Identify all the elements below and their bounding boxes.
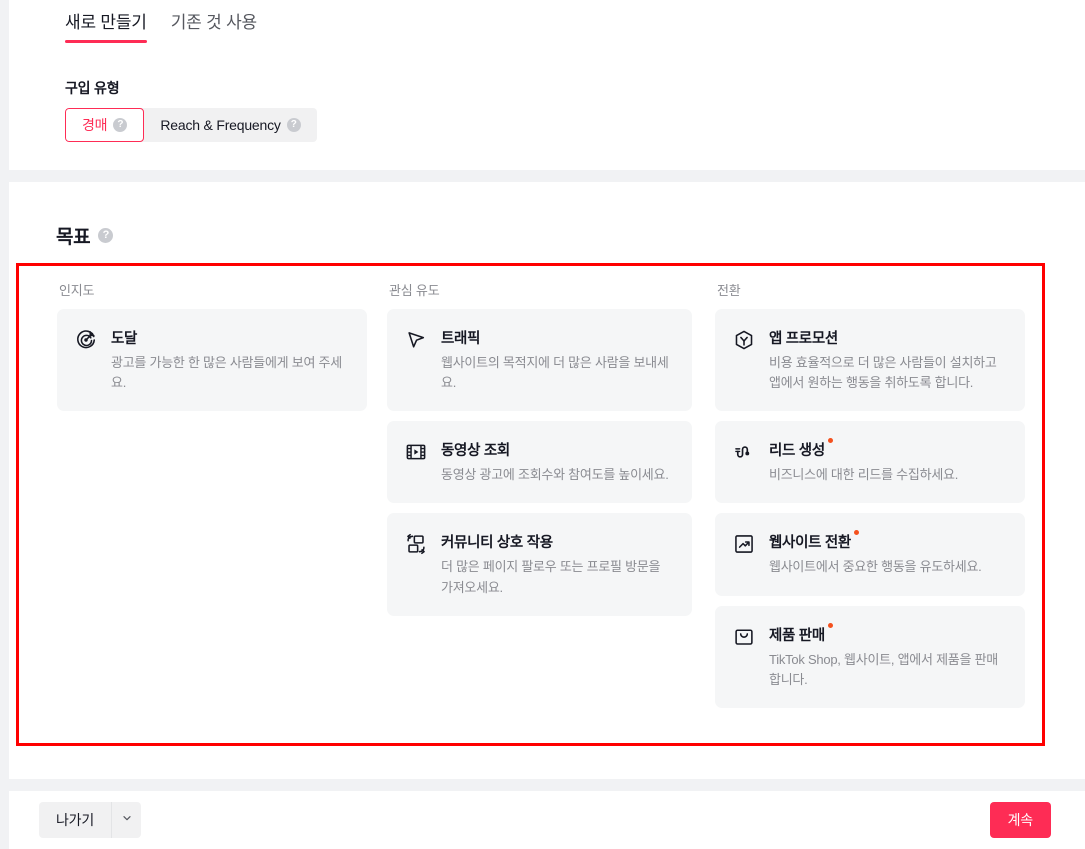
exit-dropdown-toggle[interactable] xyxy=(111,802,141,838)
objective-card-lead-generation[interactable]: 리드 생성 비즈니스에 대한 리드를 수집하세요. xyxy=(715,421,1025,504)
campaign-creation-page: 새로 만들기 기존 것 사용 구입 유형 경매 ? Reach & Freque… xyxy=(0,0,1085,849)
objective-card-product-sales-desc: TikTok Shop, 웹사이트, 앱에서 제품을 판매합니다. xyxy=(769,651,998,687)
objective-card-product-sales-title: 제품 판매 xyxy=(769,622,833,645)
objective-card-community-interaction-title: 커뮤니티 상호 작용 xyxy=(441,535,553,552)
exit-button-label: 나가기 xyxy=(55,812,95,828)
shopping-bag-icon xyxy=(733,624,755,690)
objective-card-lead-generation-body: 리드 생성 비즈니스에 대한 리드를 수집하세요. xyxy=(769,438,1007,485)
objective-card-app-promotion[interactable]: 앱 프로모션 비용 효율적으로 더 많은 사람들이 설치하고 앱에서 원하는 행… xyxy=(715,309,1025,412)
objective-card-app-promotion-title: 앱 프로모션 xyxy=(769,331,838,347)
new-badge-dot xyxy=(853,530,859,536)
lead-magnet-icon xyxy=(733,439,755,485)
tab-use-existing[interactable]: 기존 것 사용 xyxy=(159,0,269,47)
help-icon[interactable]: ? xyxy=(113,118,128,132)
purchase-type-segmented-control: 경매 ? Reach & Frequency ? xyxy=(65,108,317,142)
video-film-icon xyxy=(405,439,427,485)
continue-button-label: 계속 xyxy=(1007,812,1034,828)
exit-button[interactable]: 나가기 xyxy=(39,802,111,838)
objective-card-traffic-body: 트래픽 웹사이트의 목적지에 더 많은 사람을 보내세요. xyxy=(441,327,674,393)
purchase-type-option-auction[interactable]: 경매 ? xyxy=(65,108,145,142)
help-icon[interactable]: ? xyxy=(286,118,301,132)
objective-card-website-conversion[interactable]: 웹사이트 전환 웹사이트에서 중요한 행동을 유도하세요. xyxy=(715,513,1025,596)
objective-title-text: 목표 xyxy=(56,227,91,248)
tab-bar: 새로 만들기 기존 것 사용 xyxy=(53,0,269,47)
objective-card-website-conversion-title: 웹사이트 전환 xyxy=(769,530,859,552)
objective-highlight-box: 인지도 도달 광고를 가능한 한 많은 사람들에게 보여 주세요. 관심 유도 … xyxy=(16,263,1045,746)
objective-column-conversion-header: 전환 xyxy=(717,283,741,298)
purchase-type-option-reach-frequency[interactable]: Reach & Frequency ? xyxy=(144,108,316,142)
objective-card-product-sales-title-text: 제품 판매 xyxy=(769,627,825,644)
footer-divider-band xyxy=(0,779,1085,791)
objective-column-awareness-header: 인지도 xyxy=(59,283,95,298)
tab-active-underline xyxy=(65,40,147,43)
objective-card-video-views-body: 동영상 조회 동영상 광고에 조회수와 참여도를 높이세요. xyxy=(441,439,674,485)
tab-use-existing-label: 기존 것 사용 xyxy=(170,13,257,32)
cursor-arrow-icon xyxy=(405,327,427,393)
objective-card-website-conversion-desc: 웹사이트에서 중요한 행동을 유도하세요. xyxy=(769,559,982,575)
objective-columns: 인지도 도달 광고를 가능한 한 많은 사람들에게 보여 주세요. 관심 유도 … xyxy=(19,266,1042,743)
objective-card-lead-generation-title: 리드 생성 xyxy=(769,438,833,460)
objective-card-community-interaction-desc: 더 많은 페이지 팔로우 또는 프로필 방문을 가져오세요. xyxy=(441,559,661,595)
help-icon[interactable]: ? xyxy=(98,228,114,243)
objective-card-app-promotion-desc: 비용 효율적으로 더 많은 사람들이 설치하고 앱에서 원하는 행동을 취하도록… xyxy=(769,355,997,391)
objective-card-traffic[interactable]: 트래픽 웹사이트의 목적지에 더 많은 사람을 보내세요. xyxy=(387,309,692,412)
exit-button-group: 나가기 xyxy=(39,802,141,838)
objective-card-website-conversion-body: 웹사이트 전환 웹사이트에서 중요한 행동을 유도하세요. xyxy=(769,530,1007,577)
objective-card-product-sales-body: 제품 판매 TikTok Shop, 웹사이트, 앱에서 제품을 판매합니다. xyxy=(769,622,1007,690)
objective-card-video-views[interactable]: 동영상 조회 동영상 광고에 조회수와 참여도를 높이세요. xyxy=(387,421,692,504)
objective-card-reach-desc: 광고를 가능한 한 많은 사람들에게 보여 주세요. xyxy=(111,355,342,391)
objective-card-reach-body: 도달 광고를 가능한 한 많은 사람들에게 보여 주세요. xyxy=(111,327,349,393)
footer-bar: 나가기 계속 xyxy=(9,791,1085,849)
panel-objective: 목표 ? 인지도 도달 광고를 가능한 한 많은 사람들에게 보여 주세요. 관… xyxy=(9,182,1085,779)
continue-button[interactable]: 계속 xyxy=(989,802,1051,838)
target-icon xyxy=(75,327,97,393)
objective-column-conversion: 전환 앱 프로모션 비용 효율적으로 더 많은 사람들이 설치하고 앱에서 원하 xyxy=(715,266,1025,718)
objective-column-awareness: 인지도 도달 광고를 가능한 한 많은 사람들에게 보여 주세요. xyxy=(57,266,367,421)
objective-card-lead-generation-title-text: 리드 생성 xyxy=(769,443,825,460)
objective-card-video-views-desc: 동영상 광고에 조회수와 참여도를 높이세요. xyxy=(441,467,669,483)
new-badge-dot xyxy=(827,622,833,628)
new-badge-dot xyxy=(827,438,833,444)
purchase-type-option-auction-label: 경매 xyxy=(82,117,108,133)
objective-card-reach[interactable]: 도달 광고를 가능한 한 많은 사람들에게 보여 주세요. xyxy=(57,309,367,412)
objective-card-community-interaction[interactable]: 커뮤니티 상호 작용 더 많은 페이지 팔로우 또는 프로필 방문을 가져오세요… xyxy=(387,513,692,616)
objective-card-traffic-title: 트래픽 xyxy=(441,331,481,347)
trend-up-icon xyxy=(733,531,755,577)
objective-card-reach-title: 도달 xyxy=(111,331,138,347)
section-divider-band xyxy=(0,170,1085,182)
purchase-type-label: 구입 유형 xyxy=(65,80,120,96)
tab-create-new-label: 새로 만들기 xyxy=(65,13,147,32)
objective-card-video-views-title: 동영상 조회 xyxy=(441,443,510,460)
objective-card-website-conversion-title-text: 웹사이트 전환 xyxy=(769,535,851,552)
objective-column-consideration: 관심 유도 트래픽 웹사이트의 목적지에 더 많은 사람을 보내세요. 동영상 … xyxy=(387,266,692,626)
objective-card-community-interaction-body: 커뮤니티 상호 작용 더 많은 페이지 팔로우 또는 프로필 방문을 가져오세요… xyxy=(441,531,674,597)
app-cube-icon xyxy=(733,327,755,393)
objective-card-traffic-desc: 웹사이트의 목적지에 더 많은 사람을 보내세요. xyxy=(441,355,669,391)
objective-column-consideration-header: 관심 유도 xyxy=(389,283,440,298)
chevron-down-icon xyxy=(121,811,133,829)
objective-card-product-sales[interactable]: 제품 판매 TikTok Shop, 웹사이트, 앱에서 제품을 판매합니다. xyxy=(715,605,1025,708)
objective-section-title: 목표 ? xyxy=(56,222,114,249)
panel-purchase-type: 새로 만들기 기존 것 사용 구입 유형 경매 ? Reach & Freque… xyxy=(9,0,1085,170)
objective-card-lead-generation-desc: 비즈니스에 대한 리드를 수집하세요. xyxy=(769,467,959,483)
purchase-type-option-reach-frequency-label: Reach & Frequency xyxy=(160,117,281,133)
community-interaction-icon xyxy=(405,531,427,597)
tab-create-new[interactable]: 새로 만들기 xyxy=(53,0,159,47)
objective-card-app-promotion-body: 앱 프로모션 비용 효율적으로 더 많은 사람들이 설치하고 앱에서 원하는 행… xyxy=(769,327,1007,393)
